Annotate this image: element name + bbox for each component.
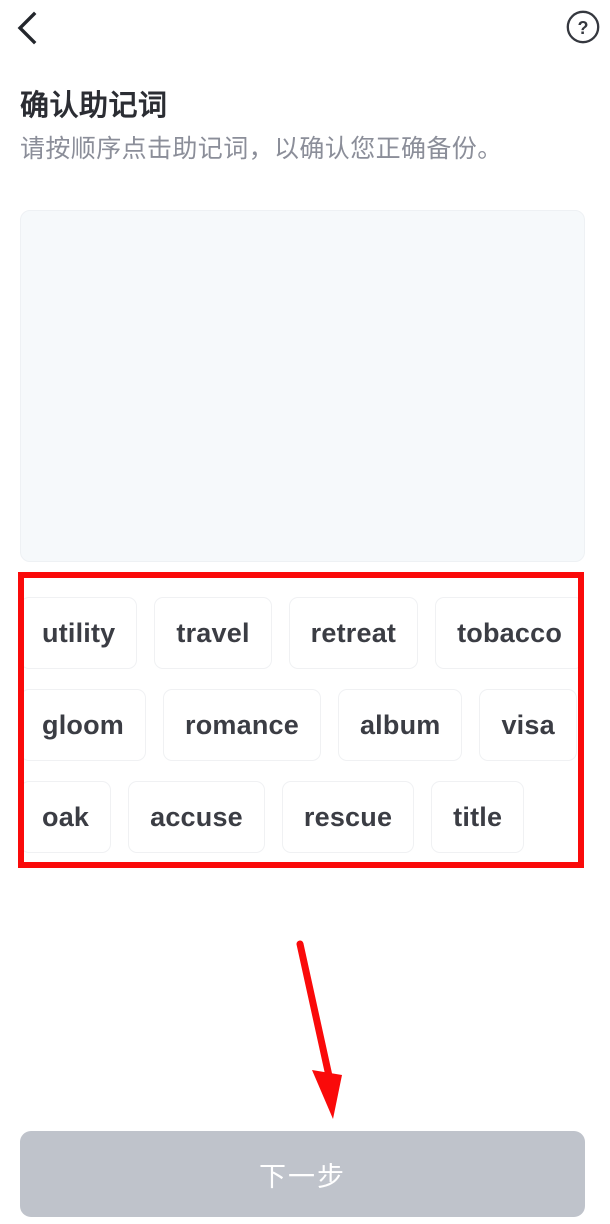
selected-words-list xyxy=(21,211,584,243)
back-button[interactable] xyxy=(4,4,52,52)
word-chip-rescue[interactable]: rescue xyxy=(281,781,415,853)
word-chip-album[interactable]: album xyxy=(337,689,463,761)
word-chip-utility[interactable]: utility xyxy=(20,597,138,669)
help-button[interactable]: ? xyxy=(561,5,605,49)
word-chip-retreat[interactable]: retreat xyxy=(288,597,419,669)
word-bank-row: utility travel retreat tobacco xyxy=(20,597,585,669)
top-navigation-bar: ? xyxy=(0,0,610,58)
word-bank-row: oak accuse rescue title xyxy=(20,781,585,853)
word-chip-gloom[interactable]: gloom xyxy=(20,689,146,761)
word-chip-visa[interactable]: visa xyxy=(479,689,577,761)
word-chip-tobacco[interactable]: tobacco xyxy=(435,597,585,669)
help-circle-icon: ? xyxy=(565,9,601,45)
svg-text:?: ? xyxy=(578,18,589,38)
word-chip-romance[interactable]: romance xyxy=(163,689,321,761)
word-chip-oak[interactable]: oak xyxy=(20,781,112,853)
chevron-left-icon xyxy=(13,11,43,45)
word-chip-travel[interactable]: travel xyxy=(154,597,272,669)
page-subtitle: 请按顺序点击助记词，以确认您正确备份。 xyxy=(20,135,503,163)
annotation-arrow-icon xyxy=(270,930,380,1130)
word-chip-accuse[interactable]: accuse xyxy=(128,781,265,853)
word-bank-row: gloom romance album visa xyxy=(20,689,585,761)
next-button[interactable]: 下一步 xyxy=(20,1131,585,1217)
word-bank: utility travel retreat tobacco gloom rom… xyxy=(20,580,585,862)
selected-words-panel[interactable] xyxy=(20,210,585,562)
page-title: 确认助记词 xyxy=(20,90,168,122)
word-chip-title[interactable]: title xyxy=(431,781,525,853)
